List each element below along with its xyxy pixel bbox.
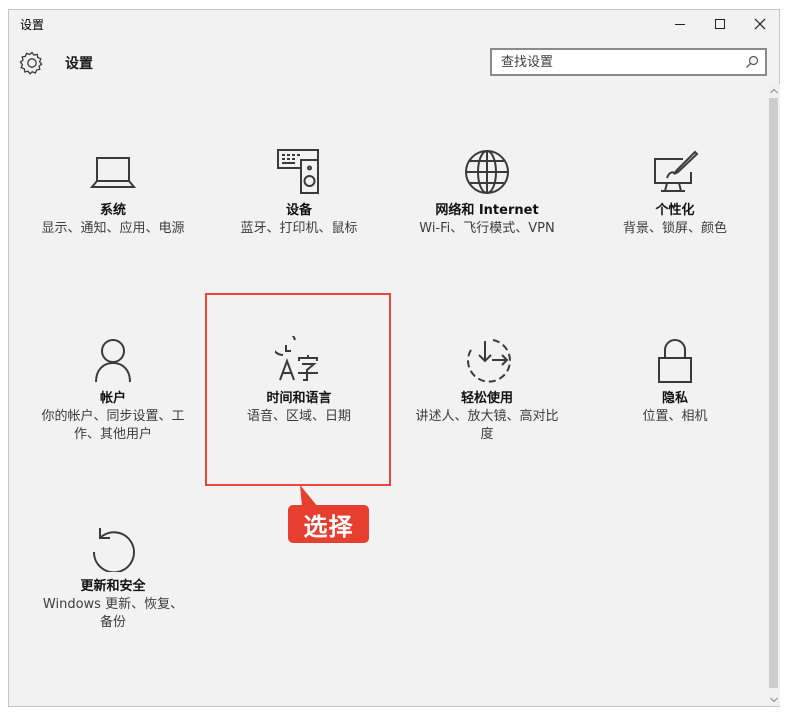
tile-desc: 讲述人、放大镜、高对比度 [415, 409, 559, 442]
tile-privacy[interactable]: 隐私 位置、相机 [595, 336, 755, 426]
chevron-down-icon [769, 697, 778, 702]
title-bar[interactable]: 设置 [9, 10, 779, 38]
gear-icon [19, 51, 43, 75]
tile-name: 网络和 Internet [435, 203, 539, 218]
tile-network[interactable]: 网络和 Internet Wi-Fi、飞行模式、VPN [407, 148, 567, 238]
annotation-label: 选择 [303, 512, 354, 541]
search-icon[interactable] [744, 54, 760, 70]
tile-time-language[interactable]: 时间和语言 语音、区域、日期 [219, 336, 379, 426]
tile-desc: Wi-Fi、飞行模式、VPN [419, 221, 555, 236]
scroll-up-button[interactable] [767, 84, 780, 97]
tile-name: 更新和安全 [80, 579, 146, 594]
tile-update-security[interactable]: 更新和安全 Windows 更新、恢复、备份 [33, 524, 193, 632]
scroll-thumb[interactable] [769, 98, 778, 688]
tile-desc: 位置、相机 [642, 409, 708, 424]
globe-icon [465, 150, 509, 194]
tile-name: 时间和语言 [266, 391, 332, 406]
person-icon [95, 339, 131, 383]
laptop-icon [89, 157, 137, 188]
scrollbar[interactable] [767, 84, 780, 706]
tile-personalization[interactable]: 个性化 背景、锁屏、颜色 [595, 148, 755, 238]
close-icon [754, 18, 766, 30]
devices-icon [277, 149, 319, 194]
lock-icon [658, 339, 692, 383]
maximize-icon [715, 19, 725, 29]
tile-name: 设备 [285, 203, 312, 218]
tile-desc: 语音、区域、日期 [246, 409, 351, 424]
minimize-icon [675, 24, 685, 25]
window-title: 设置 [20, 18, 45, 32]
minimize-button[interactable] [660, 10, 700, 38]
tile-devices[interactable]: 设备 蓝牙、打印机、鼠标 [219, 148, 379, 238]
page-title: 设置 [65, 56, 93, 72]
tile-name: 帐户 [99, 391, 126, 406]
tile-name: 隐私 [661, 391, 688, 406]
tile-desc: 蓝牙、打印机、鼠标 [240, 221, 358, 236]
settings-header: 设置 [9, 46, 779, 82]
maximize-button[interactable] [700, 10, 740, 38]
ease-of-access-icon [466, 339, 511, 383]
tile-name: 轻松使用 [460, 391, 513, 406]
close-button[interactable] [740, 10, 780, 38]
tile-desc: 背景、锁屏、颜色 [622, 221, 727, 236]
tile-ease-of-access[interactable]: 轻松使用 讲述人、放大镜、高对比度 [407, 336, 567, 444]
chevron-up-icon [769, 88, 778, 93]
update-icon [92, 528, 135, 572]
scroll-down-button[interactable] [767, 693, 780, 706]
personalization-icon [654, 150, 699, 192]
tile-desc: 显示、通知、应用、电源 [41, 221, 185, 236]
tile-name: 个性化 [655, 203, 695, 218]
tile-system[interactable]: 系统 显示、通知、应用、电源 [33, 148, 193, 238]
tile-name: 系统 [99, 203, 126, 218]
time-language-icon [275, 336, 318, 381]
tile-desc: 你的帐户、同步设置、工作、其他用户 [41, 409, 185, 442]
callout-pointer-icon [300, 485, 318, 507]
search-box[interactable] [490, 48, 767, 76]
tile-desc: Windows 更新、恢复、备份 [42, 597, 184, 630]
settings-window: 设置 设置 查找设置 系统 显示、通知、应用、电源 设备 蓝牙、打印机、鼠标 网… [8, 9, 780, 707]
annotation-callout: 选择 [288, 485, 369, 543]
search-input[interactable] [492, 50, 738, 74]
tile-accounts[interactable]: 帐户 你的帐户、同步设置、工作、其他用户 [33, 336, 193, 444]
